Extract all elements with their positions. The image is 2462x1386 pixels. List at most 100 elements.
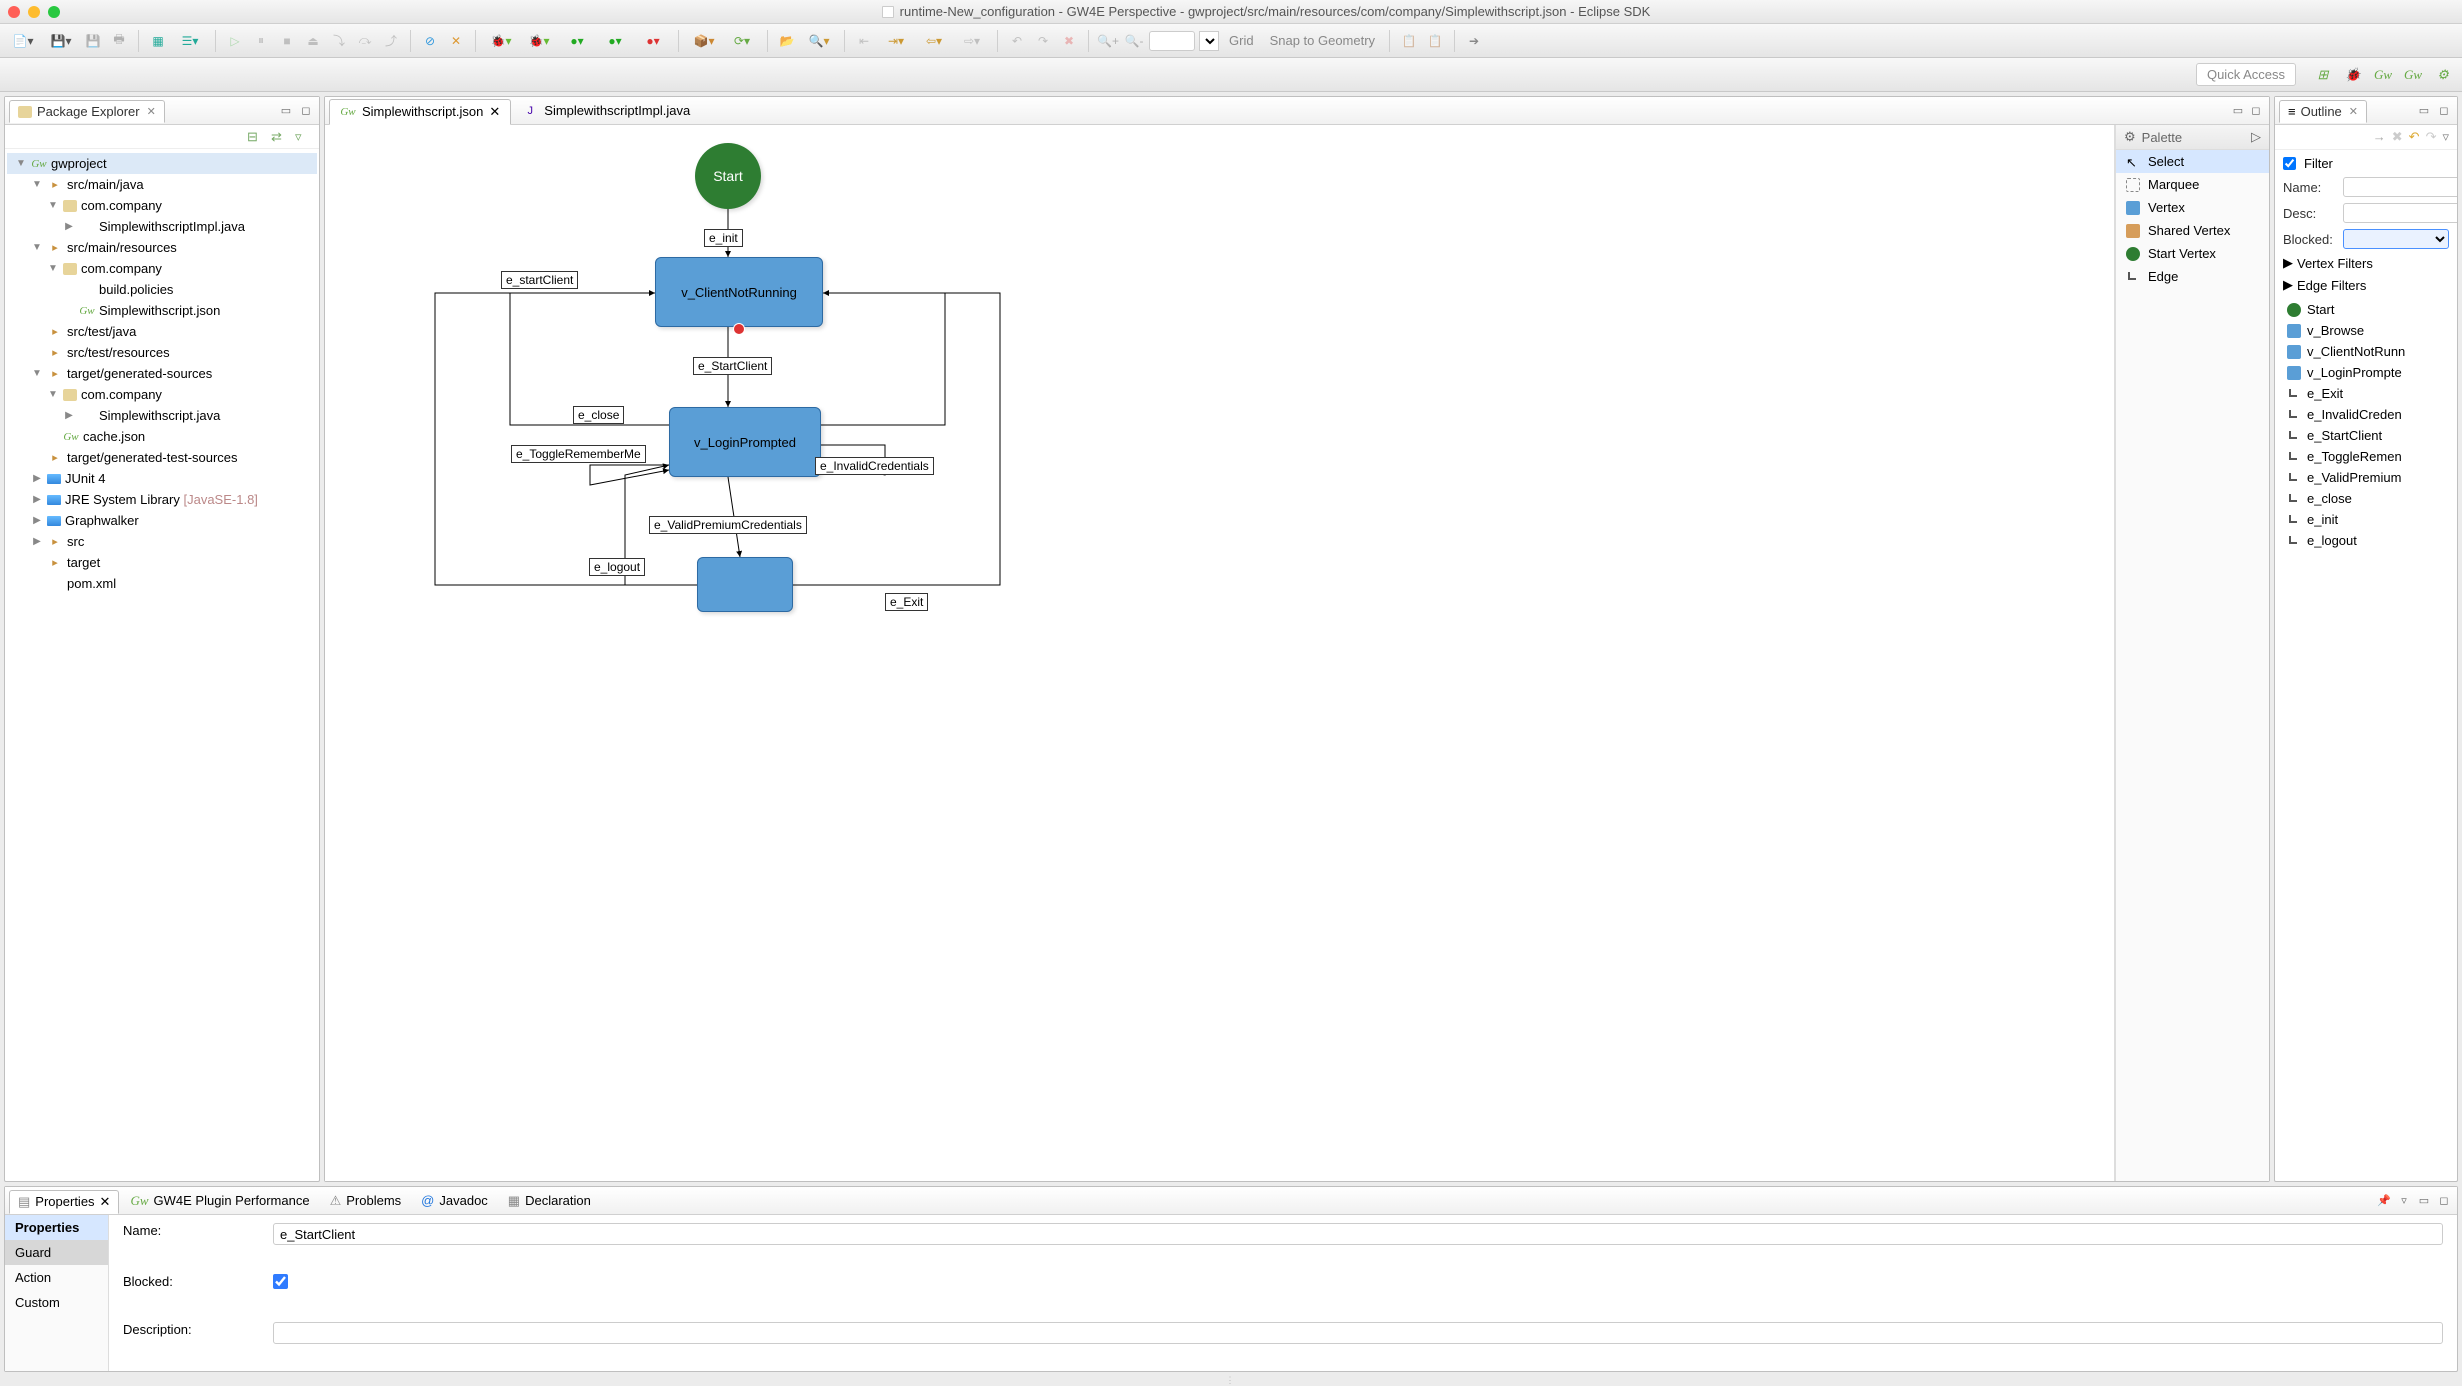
run-last-button[interactable]: ●▾ (598, 30, 632, 52)
edge-label[interactable]: e_StartClient (693, 357, 772, 375)
palette-item-shared-vertex[interactable]: Shared Vertex (2116, 219, 2269, 242)
disclose-icon[interactable] (31, 557, 43, 568)
gw-perspective-1[interactable]: Gw (2372, 64, 2394, 86)
step-return-button[interactable]: ⤴ (380, 30, 402, 52)
gw-perspective-3[interactable]: ⚙ (2432, 64, 2454, 86)
zoom-input[interactable] (1149, 31, 1195, 51)
disclose-icon[interactable] (31, 347, 43, 358)
editor-tab[interactable]: J SimplewithscriptImpl.java (511, 98, 701, 124)
package-explorer-tab[interactable]: Package Explorer ✕ (9, 100, 165, 123)
outline-item[interactable]: v_Browse (2283, 320, 2449, 341)
redo-icon[interactable]: ↷ (2426, 129, 2437, 145)
tree-row[interactable]: Gw Simplewithscript.json (7, 300, 317, 321)
disclose-icon[interactable]: ▶ (63, 221, 75, 232)
redo-button[interactable]: ↷ (1032, 30, 1054, 52)
outline-item[interactable]: e_InvalidCreden (2283, 404, 2449, 425)
palette-item-select[interactable]: ↖Select (2116, 150, 2269, 173)
view-menu-icon[interactable]: ▿ (295, 129, 311, 145)
minimize-view-button[interactable]: ▭ (2415, 1192, 2433, 1210)
vertex-filters-toggle[interactable]: ▶Vertex Filters (2283, 255, 2449, 271)
pin-button[interactable]: 📋 (1398, 30, 1420, 52)
tree-row[interactable]: ▸ src/test/resources (7, 342, 317, 363)
bottom-tab-gw4e-plugin-performance[interactable]: GwGW4E Plugin Performance (121, 1189, 318, 1213)
props-side-action[interactable]: Action (5, 1265, 108, 1290)
disclose-icon[interactable] (31, 452, 43, 463)
disclose-icon[interactable]: ▶ (31, 473, 43, 484)
back-button[interactable]: ⇦▾ (917, 30, 951, 52)
editor-maximize-button[interactable]: ◻ (2247, 102, 2265, 120)
disclose-icon[interactable] (31, 326, 43, 337)
editor-minimize-button[interactable]: ▭ (2229, 102, 2247, 120)
edge-label[interactable]: e_init (704, 229, 743, 247)
palette-header[interactable]: ⚙Palette ▷ (2116, 125, 2269, 150)
outline-item[interactable]: e_init (2283, 509, 2449, 530)
tree-row[interactable]: ▶ SimplewithscriptImpl.java (7, 216, 317, 237)
pause-button[interactable]: ⏸ (250, 30, 272, 52)
close-icon[interactable]: ✕ (100, 1194, 111, 1210)
bottom-tab-javadoc[interactable]: @Javadoc (412, 1189, 497, 1212)
disclose-icon[interactable]: ▶ (63, 410, 75, 421)
debug-button[interactable]: 🐞▾ (484, 30, 518, 52)
filter-checkbox[interactable] (2283, 157, 2296, 170)
tree-row[interactable]: ▶ JUnit 4 (7, 468, 317, 489)
tree-row[interactable]: ▼ com.company (7, 384, 317, 405)
tree-row[interactable]: ▶ JRE System Library [JavaSE-1.8] (7, 489, 317, 510)
tree-row[interactable]: ▶ Graphwalker (7, 510, 317, 531)
outline-desc-input[interactable] (2343, 203, 2457, 223)
tree-row[interactable]: ▶ ▸ src (7, 531, 317, 552)
vertex-node[interactable]: v_LoginPrompted (669, 407, 821, 477)
toggle-breadcrumb-button[interactable]: ☰▾ (173, 30, 207, 52)
tree-row[interactable]: ▼ Gw gwproject (7, 153, 317, 174)
print-button[interactable]: 🖶 (108, 30, 130, 52)
disclose-icon[interactable] (47, 431, 59, 442)
bottom-tab-declaration[interactable]: ▦Declaration (499, 1189, 600, 1213)
disclose-icon[interactable]: ▼ (31, 179, 43, 190)
collapse-all-icon[interactable]: ⊟ (247, 129, 263, 145)
snap-label[interactable]: Snap to Geometry (1264, 33, 1382, 48)
disclose-icon[interactable]: ▼ (15, 158, 27, 169)
maximize-view-button[interactable]: ◻ (2435, 102, 2453, 120)
palette-item-edge[interactable]: Edge (2116, 265, 2269, 288)
zoom-select[interactable] (1199, 31, 1219, 51)
minimize-view-button[interactable]: ▭ (277, 102, 295, 120)
edge-label[interactable]: e_Exit (885, 593, 928, 611)
package-explorer-tree[interactable]: ▼ Gw gwproject ▼ ▸ src/main/java ▼ com.c… (5, 149, 319, 1181)
outline-item[interactable]: Start (2283, 299, 2449, 320)
disclose-icon[interactable]: ▶ (31, 494, 43, 505)
quick-access[interactable]: Quick Access (2196, 63, 2296, 86)
tree-row[interactable]: ▸ target/generated-test-sources (7, 447, 317, 468)
bottom-tab-properties[interactable]: ▤Properties✕ (9, 1190, 119, 1214)
tree-row[interactable]: ▸ src/test/java (7, 321, 317, 342)
outline-item[interactable]: e_ValidPremium (2283, 467, 2449, 488)
delete-button[interactable]: ✖ (1058, 30, 1080, 52)
run-button[interactable]: ●▾ (560, 30, 594, 52)
tree-row[interactable]: build.policies (7, 279, 317, 300)
disclose-icon[interactable]: ▶ (31, 515, 43, 526)
palette-item-vertex[interactable]: Vertex (2116, 196, 2269, 219)
save-button[interactable]: 💾▾ (44, 30, 78, 52)
resize-handle[interactable]: ⋮ (0, 1376, 2462, 1384)
edge-label[interactable]: e_ToggleRememberMe (511, 445, 646, 463)
tree-row[interactable]: ▼ com.company (7, 195, 317, 216)
tree-row[interactable]: ▸ target (7, 552, 317, 573)
disclose-icon[interactable]: ▶ (31, 536, 43, 547)
paste-button[interactable]: 📋 (1424, 30, 1446, 52)
outline-item[interactable]: e_close (2283, 488, 2449, 509)
close-icon[interactable]: ✕ (147, 105, 156, 118)
disclose-icon[interactable]: ▼ (47, 263, 59, 274)
skip-breakpoints-button[interactable]: ⊘ (419, 30, 441, 52)
graph-canvas[interactable]: Startv_ClientNotRunningv_LoginPromptede_… (325, 125, 2115, 1181)
bottom-tab-problems[interactable]: ⚠Problems (321, 1189, 411, 1213)
disclose-icon[interactable] (63, 284, 75, 295)
coverage-button[interactable]: ●▾ (636, 30, 670, 52)
start-vertex[interactable]: Start (695, 143, 761, 209)
edge-label[interactable]: e_InvalidCredentials (815, 457, 934, 475)
remove-breakpoints-button[interactable]: ✕ (445, 30, 467, 52)
props-side-guard[interactable]: Guard (5, 1240, 108, 1265)
zoom-out-button[interactable]: 🔍- (1123, 30, 1145, 52)
link-editor-icon[interactable]: ⇄ (271, 129, 287, 145)
step-over-button[interactable]: ⤼ (354, 30, 376, 52)
debug-perspective-button[interactable]: 🐞 (2342, 64, 2364, 86)
vertex-node[interactable]: v_ClientNotRunning (655, 257, 823, 327)
close-icon[interactable]: ✕ (2349, 105, 2358, 118)
